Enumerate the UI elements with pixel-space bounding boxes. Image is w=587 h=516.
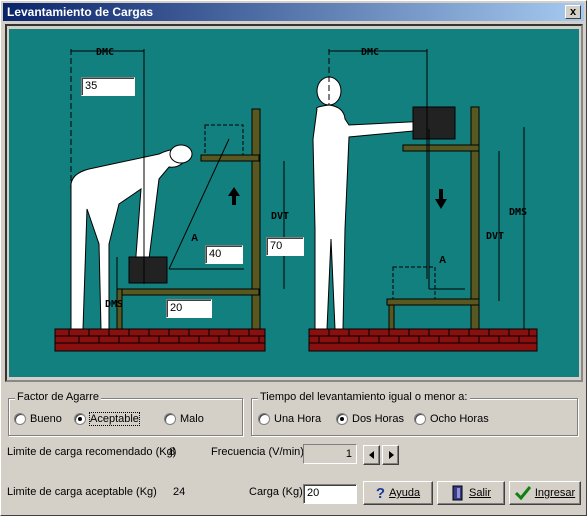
right-dms-label: DMS: [509, 207, 527, 218]
agarre-group: Factor de Agarre Bueno Aceptable Malo: [8, 391, 243, 436]
window-title: Levantamiento de Cargas: [7, 5, 154, 19]
aceptable-label: Limite de carga aceptable (Kg): [7, 486, 157, 498]
frecuencia-decrement-button[interactable]: [363, 445, 380, 465]
aceptable-value: 24: [173, 486, 186, 498]
agarre-legend: Factor de Agarre: [15, 391, 101, 403]
triangle-left-icon: [368, 451, 374, 459]
radio-dos-horas[interactable]: [336, 413, 348, 425]
tiempo-option-ocho-horas[interactable]: Ocho Horas: [414, 413, 489, 425]
dmc-input[interactable]: 35: [81, 77, 135, 96]
radio-malo[interactable]: [164, 413, 176, 425]
frecuencia-field: 1: [303, 444, 357, 464]
right-angle-label: A: [439, 255, 446, 266]
left-floor: [54, 328, 266, 352]
recomendado-label: Limite de carga recomendado (Kg): [7, 446, 177, 458]
recomendado-value: 8: [169, 446, 176, 458]
right-floor: [308, 328, 538, 352]
radio-una-hora[interactable]: [258, 413, 270, 425]
exit-button[interactable]: Salir: [437, 481, 505, 505]
left-shelf-top: [200, 154, 260, 162]
left-shelf-post: [251, 108, 261, 330]
right-shelf-post: [470, 106, 480, 330]
agarre-option-bueno[interactable]: Bueno: [14, 413, 62, 425]
submit-button[interactable]: Ingresar: [509, 481, 581, 505]
door-icon: [452, 485, 463, 501]
right-dmc-label: DMC: [361, 47, 379, 58]
agarre-option-aceptable[interactable]: Aceptable: [74, 412, 140, 426]
dialog-window: Levantamiento de Cargas x DMC DVT DMS A …: [0, 0, 587, 516]
agarre-option-malo[interactable]: Malo: [164, 413, 204, 425]
right-shelf-leg: [388, 304, 395, 330]
tiempo-option-una-hora[interactable]: Una Hora: [258, 413, 321, 425]
close-button[interactable]: x: [565, 5, 581, 19]
left-shelf-bottom: [116, 288, 260, 296]
triangle-right-icon: [388, 451, 394, 459]
carga-label: Carga (Kg): [249, 486, 303, 498]
left-worker-head: [169, 144, 193, 164]
checkmark-icon: [514, 486, 531, 500]
left-dms-label: DMS: [105, 299, 123, 310]
right-load-box: [412, 106, 456, 140]
tiempo-option-dos-horas[interactable]: Dos Horas: [336, 413, 404, 425]
dvt-input[interactable]: 70: [266, 237, 304, 256]
help-button[interactable]: ? Ayuda: [363, 481, 433, 505]
right-shelf-top: [402, 144, 480, 152]
tiempo-group: Tiempo del levantamiento igual o menor a…: [251, 391, 578, 436]
right-shelf-bottom: [386, 298, 480, 306]
radio-aceptable[interactable]: [74, 413, 86, 425]
left-angle-label: A: [191, 233, 198, 244]
left-dvt-label: DVT: [271, 211, 289, 222]
question-icon: ?: [375, 484, 386, 502]
left-dmc-label: DMC: [96, 47, 114, 58]
carga-input[interactable]: 20: [303, 484, 357, 504]
angle-input[interactable]: 40: [205, 245, 243, 264]
frecuencia-increment-button[interactable]: [382, 445, 399, 465]
dms-input[interactable]: 20: [166, 299, 212, 318]
left-load-box: [128, 256, 168, 284]
right-dvt-label: DVT: [486, 231, 504, 242]
tiempo-legend: Tiempo del levantamiento igual o menor a…: [258, 391, 470, 403]
frecuencia-label: Frecuencia (V/min): [211, 446, 304, 458]
radio-bueno[interactable]: [14, 413, 26, 425]
radio-ocho-horas[interactable]: [414, 413, 426, 425]
title-bar: Levantamiento de Cargas x: [3, 3, 584, 21]
